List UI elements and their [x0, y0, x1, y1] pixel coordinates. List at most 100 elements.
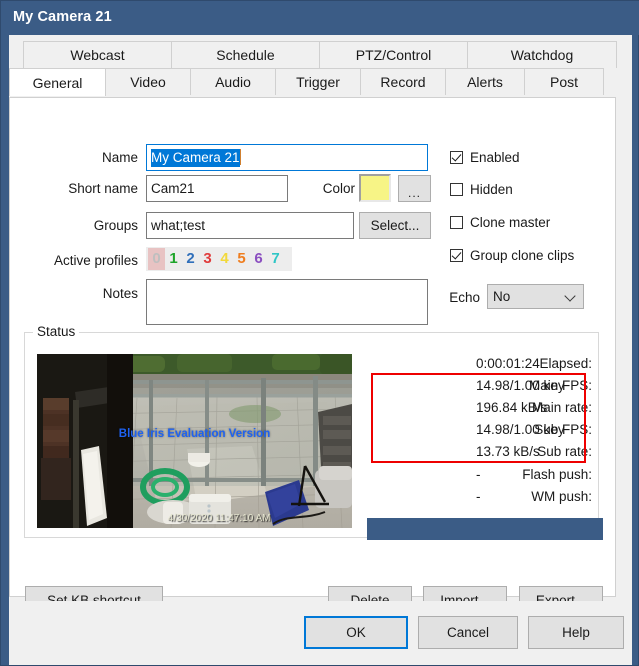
tab-alerts-label: Alerts	[467, 74, 503, 90]
groups-input[interactable]: what;test	[146, 212, 354, 239]
stat-row-main-rate: Main rate: 196.84 kB/s	[362, 400, 592, 418]
general-tab-panel: Name My Camera 21 Short name Cam21 Color…	[9, 97, 616, 614]
checkbox-enabled-box[interactable]	[450, 151, 463, 164]
active-profiles-selector[interactable]: 0 1 2 3 4 5 6 7	[146, 247, 292, 271]
profile-6[interactable]: 6	[250, 248, 267, 270]
profile-1-label: 1	[169, 250, 178, 267]
profile-4[interactable]: 4	[216, 248, 233, 270]
profile-3[interactable]: 3	[199, 248, 216, 270]
status-progress-bar	[367, 518, 603, 540]
help-button[interactable]: Help	[528, 616, 624, 649]
checkbox-enabled[interactable]: Enabled	[450, 150, 520, 165]
color-swatch[interactable]	[359, 174, 391, 202]
checkbox-hidden[interactable]: Hidden	[450, 182, 513, 197]
profile-4-label: 4	[220, 250, 229, 267]
color-label: Color	[322, 181, 355, 196]
stat-flash-push-value: -	[476, 467, 481, 482]
groups-label: Groups	[93, 218, 138, 233]
active-profiles-label: Active profiles	[53, 253, 138, 268]
notes-input[interactable]	[146, 279, 428, 325]
profile-5-label: 5	[237, 250, 246, 267]
tab-webcast-label: Webcast	[70, 47, 125, 63]
stat-row-wm-push: WM push: -	[362, 489, 592, 507]
cancel-button[interactable]: Cancel	[418, 616, 518, 649]
echo-label: Echo	[449, 290, 480, 305]
tab-post[interactable]: Post	[524, 68, 604, 95]
tab-schedule[interactable]: Schedule	[171, 41, 320, 68]
notes-label: Notes	[102, 286, 138, 301]
profile-0-label: 0	[152, 250, 161, 267]
profile-6-label: 6	[254, 250, 263, 267]
echo-select-value: No	[493, 289, 511, 304]
checkbox-enabled-label: Enabled	[470, 150, 520, 165]
checkbox-hidden-label: Hidden	[470, 182, 513, 197]
tab-watchdog-label: Watchdog	[510, 47, 574, 63]
profile-7-label: 7	[271, 250, 280, 267]
checkbox-hidden-box[interactable]	[450, 183, 463, 196]
profile-3-label: 3	[203, 250, 212, 267]
name-input[interactable]: My Camera 21	[146, 144, 428, 171]
ok-button-label: OK	[346, 625, 366, 640]
checkbox-clone-master[interactable]: Clone master	[450, 215, 550, 230]
help-button-label: Help	[562, 625, 590, 640]
stat-row-main-fps: Main FPS: 14.98/1.00 key	[362, 378, 592, 396]
text-caret	[239, 149, 241, 165]
groups-input-value: what;test	[151, 218, 206, 233]
stat-row-sub-rate: Sub rate: 13.73 kB/s	[362, 444, 592, 462]
groups-select-button-label: Select...	[370, 218, 420, 233]
color-more-button[interactable]: ...	[398, 175, 431, 202]
status-groupbox-title: Status	[33, 324, 80, 339]
tab-audio[interactable]: Audio	[190, 68, 276, 95]
stat-row-elapsed: Elapsed: 0:00:01:24	[362, 356, 592, 374]
tab-ptz-control[interactable]: PTZ/Control	[319, 41, 468, 68]
profile-0[interactable]: 0	[148, 248, 165, 270]
tab-audio-label: Audio	[215, 74, 251, 90]
tab-trigger-label: Trigger	[296, 74, 340, 90]
chevron-down-icon	[564, 289, 576, 302]
tab-row-bottom: General Video Audio Trigger Record Alert…	[9, 68, 604, 96]
tab-record[interactable]: Record	[360, 68, 446, 95]
tab-record-label: Record	[380, 74, 426, 90]
profile-2[interactable]: 2	[182, 248, 199, 270]
stat-sub-fps-value: 14.98/1.00 key	[476, 422, 565, 437]
cancel-button-label: Cancel	[446, 625, 490, 640]
stat-row-flash-push: Flash push: -	[362, 467, 592, 485]
tab-trigger[interactable]: Trigger	[275, 68, 361, 95]
camera-settings-window: My Camera 21 Webcast Schedule PTZ/Contro…	[0, 0, 639, 666]
short-name-input-value: Cam21	[151, 181, 195, 196]
echo-select[interactable]: No	[487, 284, 584, 309]
profile-5[interactable]: 5	[233, 248, 250, 270]
dialog-button-bar: OK Cancel Help	[9, 601, 632, 665]
stat-main-fps-value: 14.98/1.00 key	[476, 378, 565, 393]
color-more-button-label: ...	[407, 185, 421, 200]
tab-watchdog[interactable]: Watchdog	[467, 41, 617, 68]
groups-select-button[interactable]: Select...	[359, 212, 431, 239]
short-name-input[interactable]: Cam21	[146, 175, 288, 202]
tab-ptz-control-label: PTZ/Control	[355, 47, 432, 63]
tab-webcast[interactable]: Webcast	[23, 41, 172, 68]
ok-button[interactable]: OK	[304, 616, 408, 649]
tab-post-label: Post	[549, 74, 578, 90]
preview-timestamp: 4/30/2020 11:47:10 AM	[167, 513, 271, 524]
checkbox-clone-master-label: Clone master	[470, 215, 551, 230]
tab-row-top: Webcast Schedule PTZ/Control Watchdog	[23, 41, 617, 68]
stat-row-sub-fps: Sub FPS: 14.98/1.00 key	[362, 422, 592, 440]
tab-general[interactable]: General	[9, 68, 106, 96]
checkbox-group-clone-clips-box[interactable]	[450, 249, 463, 262]
name-input-value: My Camera 21	[151, 149, 240, 167]
title-bar: My Camera 21	[1, 1, 639, 35]
checkbox-group-clone-clips[interactable]: Group clone clips	[450, 248, 574, 263]
stat-main-rate-value: 196.84 kB/s	[476, 400, 548, 415]
preview-watermark: Blue Iris Evaluation Version	[118, 428, 271, 441]
stat-elapsed-value: 0:00:01:24	[476, 356, 540, 371]
dialog-client-area: Webcast Schedule PTZ/Control Watchdog Ge…	[9, 35, 632, 665]
tab-video[interactable]: Video	[105, 68, 191, 95]
tab-general-label: General	[32, 74, 83, 91]
tab-alerts[interactable]: Alerts	[445, 68, 525, 95]
profile-2-label: 2	[186, 250, 195, 267]
profile-1[interactable]: 1	[165, 248, 182, 270]
profile-7[interactable]: 7	[267, 248, 284, 270]
stat-wm-push-value: -	[476, 489, 481, 504]
checkbox-clone-master-box[interactable]	[450, 216, 463, 229]
camera-preview[interactable]: Blue Iris Evaluation Version 4/30/2020 1…	[37, 354, 352, 528]
